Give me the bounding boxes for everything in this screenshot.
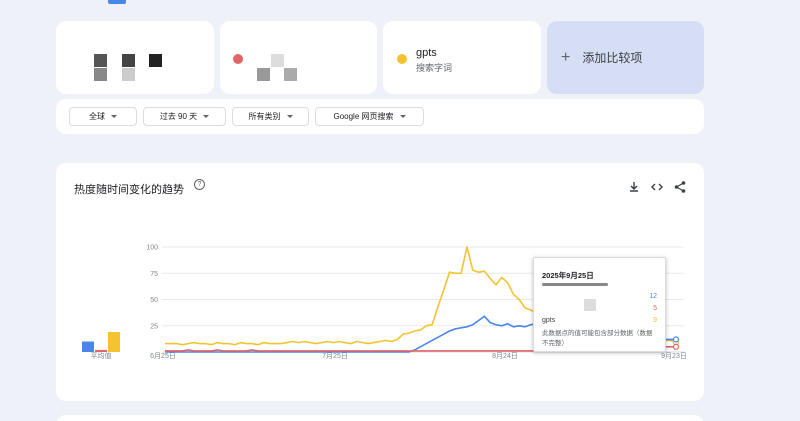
redacted-block bbox=[271, 54, 284, 67]
redacted-block bbox=[149, 54, 162, 67]
series-color-dot bbox=[233, 54, 243, 64]
redacted-block bbox=[122, 68, 135, 81]
tooltip-label: gpts bbox=[542, 317, 556, 324]
chevron-down-icon bbox=[111, 115, 117, 118]
share-icon[interactable] bbox=[673, 180, 687, 194]
search-type-filter-label: Google 网页搜索 bbox=[333, 112, 394, 121]
redacted-block bbox=[257, 68, 270, 81]
tooltip-date: 2025年9月25日 bbox=[542, 271, 594, 280]
x-tick-label: 8月24日 bbox=[492, 352, 518, 360]
average-bar bbox=[82, 341, 94, 352]
category-filter[interactable]: 所有类别 bbox=[232, 107, 309, 126]
y-tick-label: 100 bbox=[146, 245, 158, 252]
compare-term-1[interactable] bbox=[56, 21, 214, 94]
y-tick-label: 50 bbox=[150, 297, 158, 304]
redacted-block bbox=[284, 68, 297, 81]
chevron-down-icon bbox=[286, 115, 293, 118]
series-color-dot bbox=[397, 54, 407, 64]
tooltip-value: 12 bbox=[649, 293, 657, 300]
x-tick-label: 6月25日 bbox=[150, 352, 176, 360]
help-icon[interactable]: ? bbox=[194, 179, 205, 190]
add-comparison-button[interactable]: + 添加比较项 bbox=[547, 21, 704, 94]
term-type: 搜索字词 bbox=[416, 63, 453, 73]
average-label: 平均值 bbox=[91, 351, 112, 360]
time-range-filter-label: 过去 90 天 bbox=[159, 112, 198, 121]
tooltip-value: 9 bbox=[653, 317, 657, 324]
redacted-block bbox=[94, 54, 107, 67]
tooltip-row: gpts 9 bbox=[542, 317, 657, 324]
series-end-marker bbox=[672, 343, 680, 350]
term-name: gpts bbox=[416, 47, 437, 59]
x-tick-label: 7月25日 bbox=[322, 352, 348, 360]
plus-icon: + bbox=[561, 48, 571, 66]
average-bar bbox=[108, 332, 120, 352]
card-title: 热度随时间变化的趋势 bbox=[74, 184, 184, 196]
search-type-filter[interactable]: Google 网页搜索 bbox=[315, 107, 424, 126]
redacted-block bbox=[584, 299, 596, 311]
data-point-tooltip: 2025年9月25日 12 5 gpts 9 此数据点的值可能包含部分数据（数据… bbox=[533, 257, 666, 352]
tooltip-note: 此数据点的值可能包含部分数据（数据不完整） bbox=[542, 330, 653, 347]
tooltip-value: 5 bbox=[653, 305, 657, 312]
add-comparison-label: 添加比较项 bbox=[582, 51, 643, 65]
interest-over-time-card: 25 50 75 100 6月25日 7月25日 8月24日 9月23日 平均值 热度随时间变化… bbox=[56, 163, 704, 401]
compare-term-gpts[interactable]: gpts 搜索字词 bbox=[383, 21, 541, 94]
time-range-filter[interactable]: 过去 90 天 bbox=[143, 107, 226, 126]
chevron-down-icon bbox=[399, 115, 406, 118]
x-tick-label: 9月23日 bbox=[661, 352, 687, 360]
series-end-marker bbox=[672, 336, 680, 343]
category-filter-label: 所有类别 bbox=[248, 112, 281, 121]
redacted-block bbox=[122, 54, 135, 67]
redacted-block bbox=[542, 283, 608, 286]
average-bar bbox=[95, 349, 107, 352]
chevron-down-icon bbox=[203, 115, 210, 118]
filter-bar: 全球 过去 90 天 所有类别 Google 网页搜索 bbox=[56, 99, 704, 134]
y-tick-label: 25 bbox=[150, 323, 158, 330]
download-icon[interactable] bbox=[627, 180, 641, 194]
region-filter[interactable]: 全球 bbox=[69, 107, 137, 126]
region-filter-label: 全球 bbox=[89, 112, 105, 121]
compare-term-2[interactable] bbox=[220, 21, 377, 94]
y-tick-label: 75 bbox=[150, 271, 158, 278]
embed-icon[interactable] bbox=[650, 180, 664, 194]
active-tab-indicator bbox=[108, 0, 126, 4]
redacted-block bbox=[94, 68, 107, 81]
next-card bbox=[56, 415, 704, 421]
